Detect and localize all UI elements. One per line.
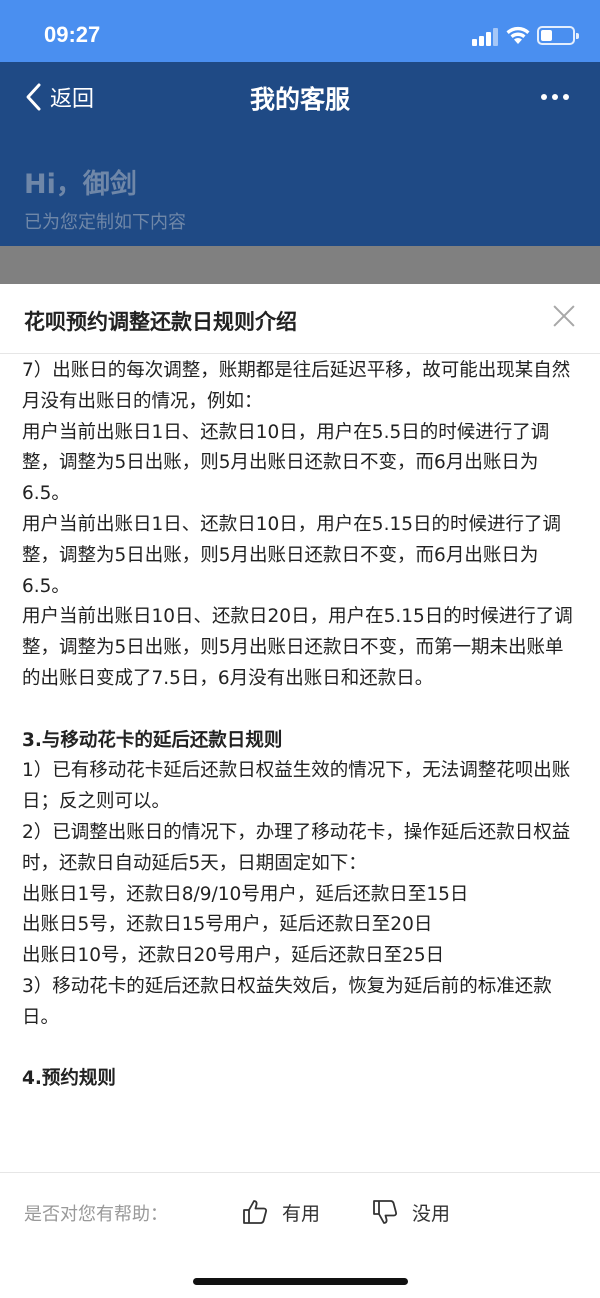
rule-paragraph: 2）已调整出账日的情况下，办理了移动花卡，操作延后还款日权益时，还款日自动延后5…	[22, 821, 571, 874]
useless-label: 没用	[412, 1202, 451, 1225]
useful-button[interactable]: 有用	[242, 1195, 320, 1229]
feedback-question: 是否对您有帮助：	[24, 1204, 168, 1225]
rule-paragraph: 1）已有移动花卡延后还款日权益生效的情况下，无法调整花呗出账日；反之则可以。	[22, 760, 571, 813]
greeting-title: Hi，御剑	[24, 169, 137, 200]
rules-sheet: 花呗预约调整还款日规则介绍 7）出账日的每次调整，账期都是往后延迟平移，故可能出…	[0, 284, 600, 1298]
home-indicator[interactable]	[193, 1278, 408, 1285]
modal-backdrop[interactable]	[0, 246, 600, 284]
sheet-title: 花呗预约调整还款日规则介绍	[24, 310, 297, 334]
section-title: 4.预约规则	[22, 1068, 116, 1090]
sheet-content[interactable]: 7）出账日的每次调整，账期都是往后延迟平移，故可能出现某自然月没有出账日的情况，…	[22, 356, 582, 1171]
status-bar: 09:27	[0, 0, 600, 62]
signal-icon	[472, 28, 498, 46]
useless-button[interactable]: 没用	[372, 1195, 450, 1229]
rule-paragraph: 用户当前出账日1日、还款日10日，用户在5.15日的时候进行了调整，调整为5日出…	[22, 513, 562, 597]
rule-paragraph: 出账日1号，还款日8/9/10号用户，延后还款日至15日	[22, 883, 469, 905]
rule-paragraph: 7）出账日的每次调整，账期都是往后延迟平移，故可能出现某自然月没有出账日的情况，…	[22, 360, 571, 412]
close-icon[interactable]	[552, 304, 576, 328]
greeting-area: Hi，御剑 已为您定制如下内容	[0, 132, 600, 246]
battery-icon	[537, 26, 579, 45]
rule-paragraph: 3）移动花卡的延后还款日权益失效后，恢复为延后前的标准还款日。	[22, 975, 552, 1028]
greeting-subtitle: 已为您定制如下内容	[24, 212, 186, 233]
sheet-header: 花呗预约调整还款日规则介绍	[0, 284, 600, 354]
thumbs-down-icon	[373, 1200, 398, 1224]
section-title: 3.与移动花卡的延后还款日规则	[22, 729, 283, 751]
thumbs-up-icon	[243, 1200, 268, 1224]
nav-bar: 返回 我的客服	[0, 62, 600, 132]
wifi-icon	[505, 25, 531, 45]
more-icon[interactable]	[535, 92, 575, 102]
status-time: 09:27	[44, 22, 101, 47]
useful-label: 有用	[282, 1202, 321, 1225]
rule-paragraph: 出账日10号，还款日20号用户，延后还款日至25日	[22, 945, 445, 967]
rule-paragraph: 用户当前出账日1日、还款日10日，用户在5.5日的时候进行了调整，调整为5日出账…	[22, 421, 550, 505]
rule-paragraph: 用户当前出账日10日、还款日20日，用户在5.15日的时候进行了调整，调整为5日…	[22, 606, 573, 689]
feedback-bar: 是否对您有帮助： 有用 没用	[0, 1172, 600, 1252]
page-title: 我的客服	[249, 85, 350, 114]
rule-paragraph: 出账日5号，还款日15号用户，延后还款日至20日	[22, 914, 433, 936]
